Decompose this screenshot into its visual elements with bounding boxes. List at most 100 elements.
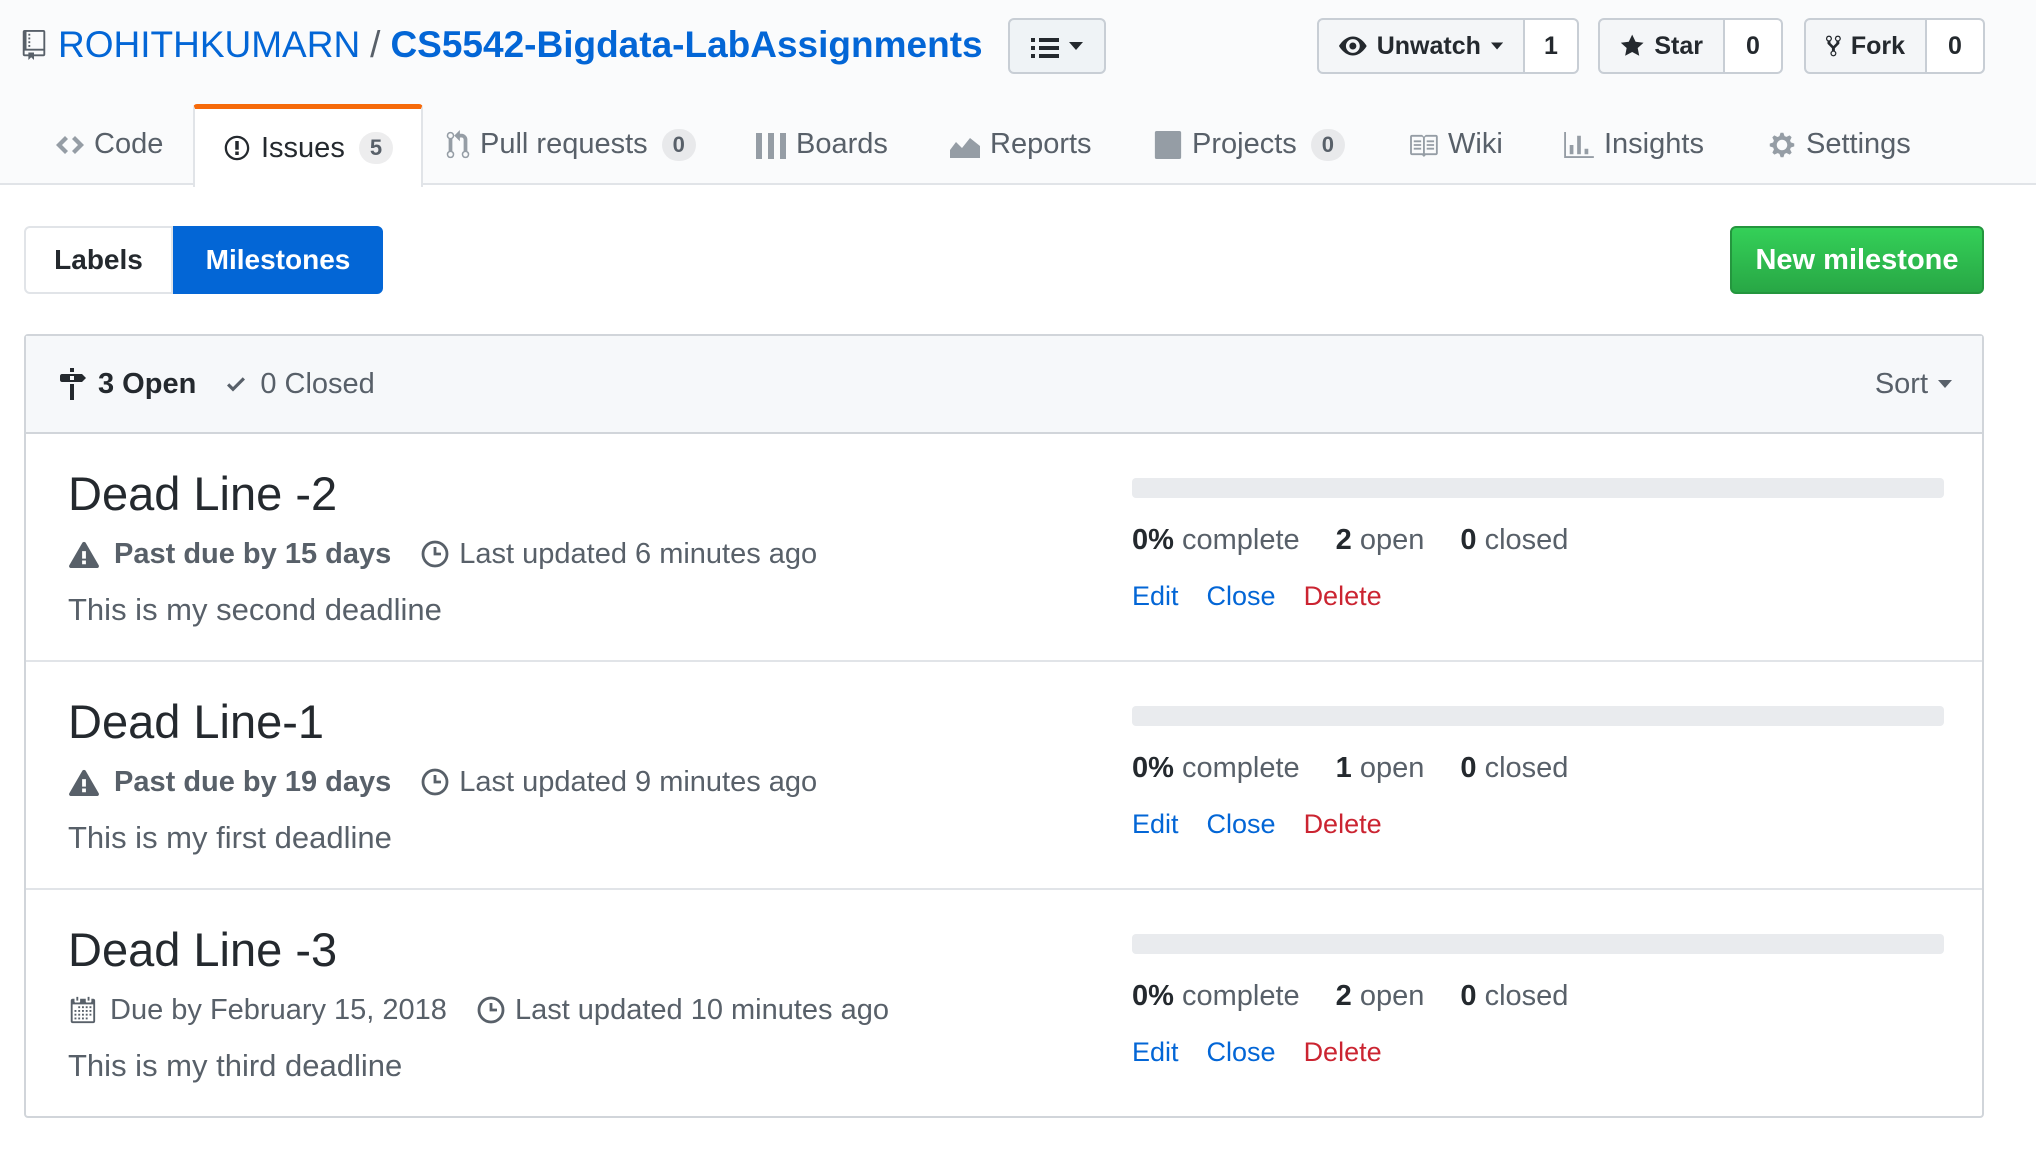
closed-count: 0 bbox=[1460, 523, 1477, 556]
tab-projects-label: Projects bbox=[1192, 128, 1297, 160]
repo-header: ROHITHKUMARN / CS5542-Bigdata-LabAssignm… bbox=[0, 0, 2036, 187]
star-button[interactable]: Star bbox=[1598, 18, 1725, 74]
milestones-button[interactable]: Milestones bbox=[173, 226, 383, 294]
milestone-title-link[interactable]: Dead Line-1 bbox=[68, 694, 324, 749]
caret-down-icon bbox=[1069, 42, 1083, 50]
milestone-open-issues[interactable]: 1 open bbox=[1336, 752, 1425, 785]
projects-counter: 0 bbox=[1310, 128, 1346, 161]
open-count-label: 3 Open bbox=[98, 367, 197, 400]
close-milestone-link[interactable]: Close bbox=[1207, 1037, 1276, 1068]
complete-pct: 0% bbox=[1132, 751, 1174, 784]
milestone-updated: Last updated 10 minutes ago bbox=[477, 994, 889, 1027]
open-label: open bbox=[1359, 751, 1425, 784]
delete-milestone-link[interactable]: Delete bbox=[1304, 581, 1382, 612]
milestone-progress-bar bbox=[1132, 478, 1944, 498]
boards-icon bbox=[756, 132, 786, 159]
milestone-description: This is my third deadline bbox=[68, 1048, 403, 1083]
fork-button[interactable]: Fork bbox=[1804, 18, 1927, 74]
fork-label: Fork bbox=[1850, 31, 1905, 60]
tab-pull-requests[interactable]: Pull requests 0 bbox=[446, 104, 696, 185]
milestone-closed-issues[interactable]: 0 closed bbox=[1460, 980, 1568, 1013]
tab-reports-label: Reports bbox=[990, 128, 1092, 160]
forks-count[interactable]: 0 bbox=[1927, 18, 1985, 74]
milestone-due: Past due by 15 days bbox=[68, 538, 391, 571]
open-milestones-link[interactable]: 3 Open bbox=[58, 368, 196, 401]
watchers-count[interactable]: 1 bbox=[1525, 18, 1579, 74]
tab-issues[interactable]: Issues 5 bbox=[193, 104, 424, 187]
unwatch-button[interactable]: Unwatch bbox=[1317, 18, 1525, 74]
milestone-list: 3 Open 0 Closed Sort Dead Line -2 Past d… bbox=[24, 334, 1984, 1118]
milestone-due-text: Due by February 15, 2018 bbox=[110, 993, 447, 1026]
issues-counter: 5 bbox=[358, 132, 394, 164]
caret-down-icon bbox=[1938, 380, 1952, 388]
edit-milestone-link[interactable]: Edit bbox=[1132, 581, 1179, 612]
new-milestone-button[interactable]: New milestone bbox=[1730, 226, 1984, 294]
milestone-progress-bar bbox=[1132, 934, 1944, 954]
milestone-actions: Edit Close Delete bbox=[1132, 576, 1410, 616]
list-icon bbox=[1031, 38, 1059, 58]
complete-pct: 0% bbox=[1132, 979, 1174, 1012]
tab-wiki[interactable]: Wiki bbox=[1408, 104, 1503, 185]
edit-milestone-link[interactable]: Edit bbox=[1132, 1037, 1179, 1068]
repo-forked-icon bbox=[1826, 35, 1841, 57]
repo-name-link[interactable]: CS5542-Bigdata-LabAssignments bbox=[390, 24, 982, 66]
closed-count: 0 bbox=[1460, 751, 1477, 784]
milestone-meta: Due by February 15, 2018 Last updated 10… bbox=[68, 990, 889, 1030]
milestone-closed-issues[interactable]: 0 closed bbox=[1460, 524, 1568, 557]
milestone-title-link[interactable]: Dead Line -2 bbox=[68, 466, 337, 521]
milestone-updated-text: Last updated 10 minutes ago bbox=[514, 993, 889, 1026]
sort-dropdown[interactable]: Sort bbox=[1875, 336, 1952, 432]
eye-icon bbox=[1339, 36, 1367, 56]
open-label: open bbox=[1359, 523, 1425, 556]
repo-list-menu-button[interactable] bbox=[1008, 18, 1106, 74]
closed-milestones-link[interactable]: 0 Closed bbox=[224, 367, 375, 401]
complete-pct: 0% bbox=[1132, 523, 1174, 556]
open-count: 2 bbox=[1335, 979, 1352, 1012]
milestone-complete: 0% complete bbox=[1132, 980, 1300, 1013]
milestone-progress-panel: 0% complete 2 open 0 closed Edit Close D… bbox=[1132, 434, 1944, 660]
milestone-title-link[interactable]: Dead Line -3 bbox=[68, 922, 337, 977]
milestone-open-issues[interactable]: 2 open bbox=[1336, 524, 1425, 557]
milestone-stats: 0% complete 2 open 0 closed bbox=[1132, 520, 1604, 560]
fork-group: Fork 0 bbox=[1804, 18, 1985, 74]
book-icon bbox=[1410, 134, 1438, 157]
milestone-list-header: 3 Open 0 Closed Sort bbox=[26, 336, 1982, 434]
tab-code[interactable]: Code bbox=[56, 104, 163, 185]
repo-owner-link[interactable]: ROHITHKUMARN bbox=[58, 24, 360, 66]
labels-button[interactable]: Labels bbox=[24, 226, 173, 294]
milestone-open-issues[interactable]: 2 open bbox=[1336, 980, 1425, 1013]
check-icon bbox=[227, 377, 246, 392]
delete-milestone-link[interactable]: Delete bbox=[1304, 1037, 1382, 1068]
tab-wiki-label: Wiki bbox=[1448, 128, 1503, 160]
milestone-complete: 0% complete bbox=[1132, 752, 1300, 785]
closed-count-label: 0 Closed bbox=[260, 367, 375, 400]
milestone-complete: 0% complete bbox=[1132, 524, 1300, 557]
code-icon bbox=[56, 135, 84, 154]
close-milestone-link[interactable]: Close bbox=[1207, 809, 1276, 840]
tab-projects[interactable]: Projects 0 bbox=[1154, 104, 1346, 185]
tab-issues-label: Issues bbox=[261, 131, 345, 164]
milestone-actions: Edit Close Delete bbox=[1132, 804, 1410, 844]
closed-label: closed bbox=[1484, 523, 1569, 556]
milestone-progress-panel: 0% complete 2 open 0 closed Edit Close D… bbox=[1132, 890, 1944, 1116]
edit-milestone-link[interactable]: Edit bbox=[1132, 809, 1179, 840]
caret-down-icon bbox=[1490, 42, 1503, 50]
milestone-due: Past due by 19 days bbox=[68, 766, 391, 799]
milestone-item: Dead Line-1 Past due by 19 days Last upd… bbox=[26, 662, 1982, 890]
stargazers-count[interactable]: 0 bbox=[1725, 18, 1783, 74]
milestone-updated-text: Last updated 6 minutes ago bbox=[459, 537, 818, 570]
calendar-icon bbox=[70, 996, 96, 1024]
milestone-stats: 0% complete 1 open 0 closed bbox=[1132, 748, 1604, 788]
unwatch-label: Unwatch bbox=[1376, 31, 1481, 60]
closed-label: closed bbox=[1484, 751, 1569, 784]
tab-settings[interactable]: Settings bbox=[1768, 104, 1911, 185]
delete-milestone-link[interactable]: Delete bbox=[1304, 809, 1382, 840]
tab-insights[interactable]: Insights bbox=[1564, 104, 1704, 185]
tab-boards[interactable]: Boards bbox=[756, 104, 888, 185]
tab-reports[interactable]: Reports bbox=[950, 104, 1092, 185]
milestone-actions: Edit Close Delete bbox=[1132, 1032, 1410, 1072]
close-milestone-link[interactable]: Close bbox=[1207, 581, 1276, 612]
milestone-closed-issues[interactable]: 0 closed bbox=[1460, 752, 1568, 785]
complete-label: complete bbox=[1181, 979, 1300, 1012]
milestone-stats: 0% complete 2 open 0 closed bbox=[1132, 976, 1604, 1016]
